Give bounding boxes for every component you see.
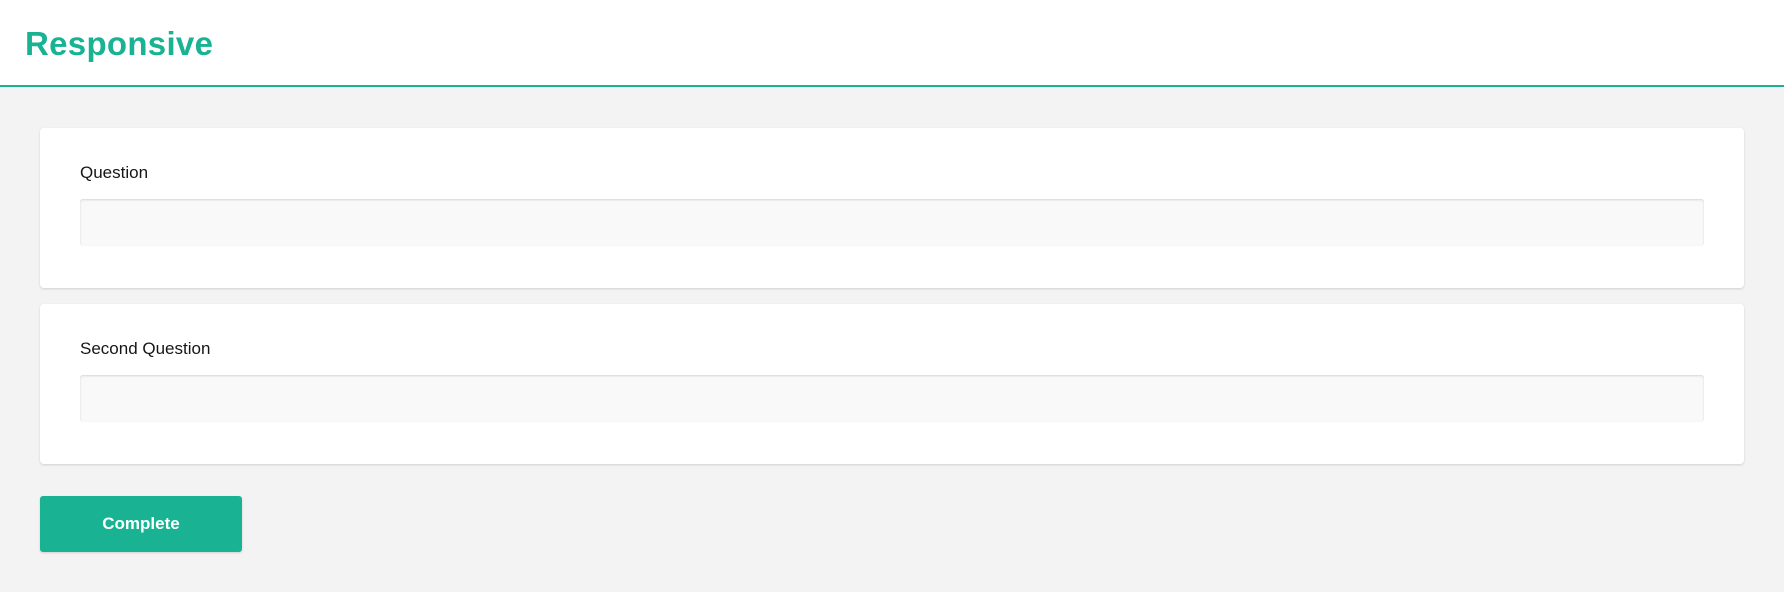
survey-header: Responsive xyxy=(0,0,1784,87)
question-panel-2: Second Question xyxy=(40,304,1744,464)
question-panel-1: Question xyxy=(40,128,1744,288)
second-question-answer-input[interactable] xyxy=(80,375,1704,422)
complete-button[interactable]: Complete xyxy=(40,496,242,552)
survey-title: Responsive xyxy=(25,25,214,62)
second-question-title: Second Question xyxy=(80,339,211,358)
question-title: Question xyxy=(80,163,149,182)
question-answer-input[interactable] xyxy=(80,199,1704,246)
